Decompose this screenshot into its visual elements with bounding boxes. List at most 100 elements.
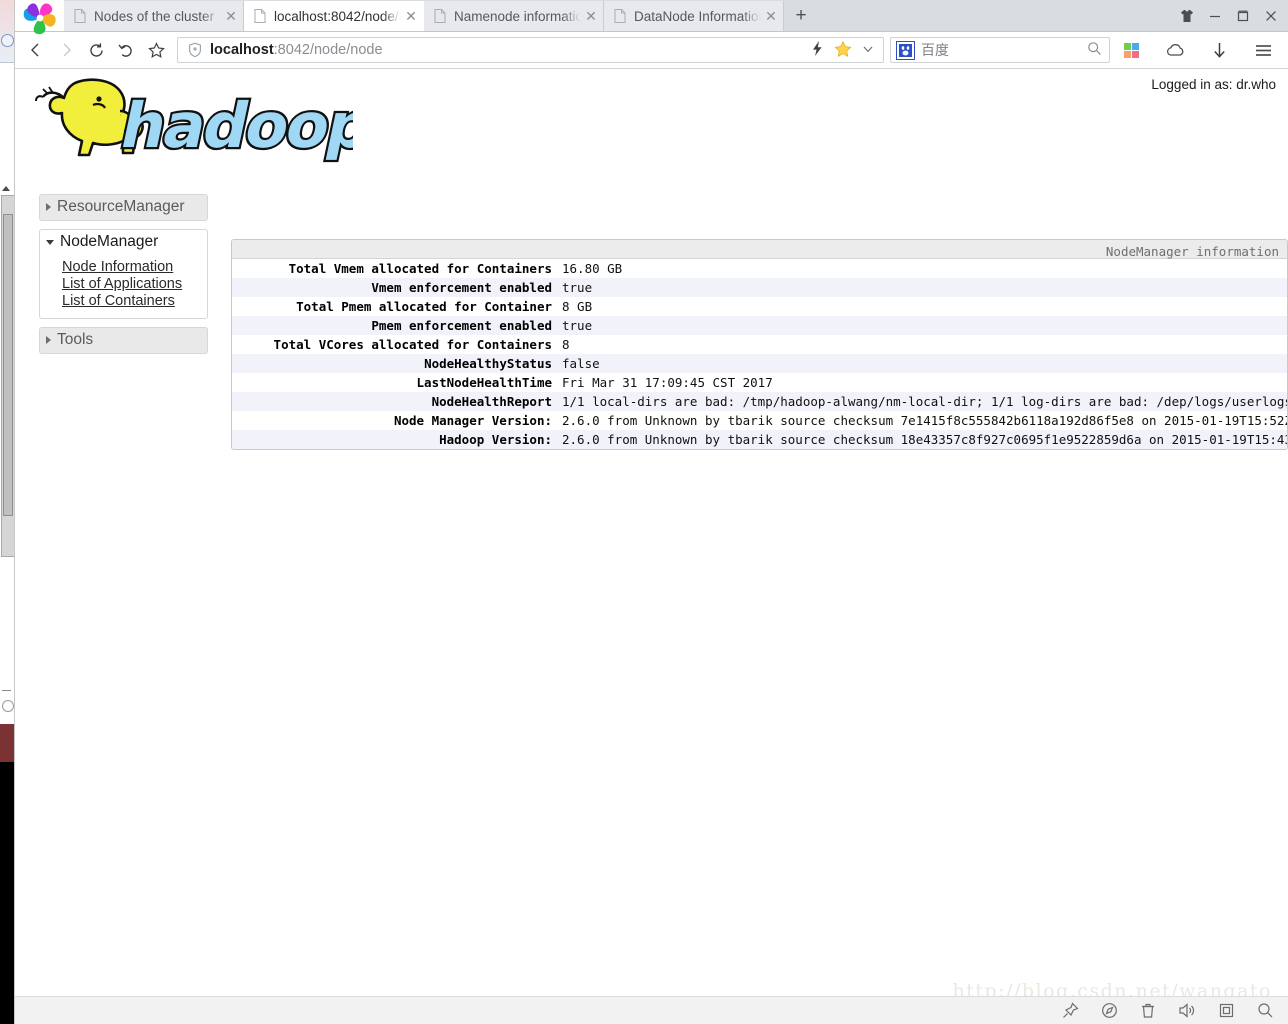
tab-localhost-node[interactable]: localhost:8042/node/node ✕ [244, 1, 424, 31]
url-path: :8042/node/node [273, 42, 383, 58]
row-label: Pmem enforcement enabled [371, 318, 552, 333]
sidebar-link-node-information[interactable]: Node Information [62, 259, 188, 276]
nodemanager-info-table: Total Vmem allocated for Containers 16.8… [232, 259, 1287, 449]
pinwheel-logo-icon [20, 0, 60, 38]
close-icon[interactable]: ✕ [761, 6, 781, 26]
row-label: Vmem enforcement enabled [371, 280, 552, 295]
apps-grid-icon[interactable] [1116, 35, 1146, 65]
table-body: Total Vmem allocated for Containers 16.8… [232, 259, 1287, 449]
tab-namenode-information[interactable]: Namenode information ✕ [424, 1, 604, 31]
page-file-icon [614, 9, 626, 23]
tab-title: Nodes of the cluster [94, 8, 215, 24]
url-text: localhost:8042/node/node [210, 42, 810, 58]
table-row: Hadoop Version: 2.6.0 from Unknown by tb… [232, 430, 1287, 449]
table-row: Total Vmem allocated for Containers 16.8… [232, 259, 1287, 278]
close-icon[interactable]: ✕ [581, 6, 601, 26]
sidebar-link-list-of-containers[interactable]: List of Containers [62, 293, 188, 310]
sidebar-item-resourcemanager[interactable]: ResourceManager [39, 194, 208, 221]
svg-text:hadoop: hadoop [115, 90, 353, 162]
back-button[interactable] [21, 35, 51, 65]
undo-button[interactable] [111, 35, 141, 65]
search-bar[interactable]: 百度 [890, 37, 1110, 63]
reload-button[interactable] [81, 35, 111, 65]
status-bar [15, 996, 1288, 1024]
table-row: Node Manager Version: 2.6.0 from Unknown… [232, 411, 1287, 430]
background-scroll-up-arrow [2, 186, 10, 191]
baidu-paw-icon [896, 40, 915, 60]
minimize-button[interactable] [1202, 3, 1228, 29]
address-bar-icons [810, 40, 883, 61]
window-icon[interactable] [1218, 1002, 1235, 1019]
sidebar-item-nodemanager[interactable]: NodeManager [39, 229, 208, 255]
table-row: LastNodeHealthTime Fri Mar 31 17:09:45 C… [232, 373, 1287, 392]
row-value: true [562, 318, 593, 333]
sidebar-subnav-nodemanager: Node Information List of Applications Li… [39, 255, 208, 319]
row-value: Fri Mar 31 17:09:45 CST 2017 [562, 375, 773, 390]
chevron-down-icon [46, 239, 54, 245]
tab-nodes-of-the-cluster[interactable]: Nodes of the cluster ✕ [64, 1, 244, 31]
row-label: Total VCores allocated for Containers [273, 337, 552, 352]
page-file-icon [74, 9, 86, 23]
pin-icon[interactable] [1062, 1002, 1079, 1019]
extension-icons [1116, 35, 1282, 65]
background-window-lower-band [0, 724, 14, 762]
shirt-icon[interactable] [1174, 3, 1200, 29]
forward-button[interactable] [51, 35, 81, 65]
row-label: NodeHealthReport [431, 394, 552, 409]
row-value: 1/1 local-dirs are bad: /tmp/hadoop-alwa… [562, 394, 1287, 409]
bookmark-star-button[interactable] [141, 35, 171, 65]
background-window-black-band [0, 762, 14, 1024]
sidebar-link-list-of-applications[interactable]: List of Applications [62, 276, 188, 293]
sidebar-item-label: Tools [57, 331, 94, 348]
browser-logo-button[interactable] [15, 0, 64, 34]
close-button[interactable] [1258, 3, 1284, 29]
row-value: 16.80 GB [562, 261, 623, 276]
row-value: true [562, 280, 593, 295]
tab-title: DataNode Information [634, 8, 761, 24]
row-label: NodeHealthyStatus [424, 356, 552, 371]
table-row: NodeHealthyStatus false [232, 354, 1287, 373]
row-label: LastNodeHealthTime [416, 375, 552, 390]
background-scrollbar-thumb [3, 214, 13, 516]
table-row: Total VCores allocated for Containers 8 [232, 335, 1287, 354]
magnifier-icon[interactable] [1257, 1002, 1274, 1019]
row-value: 8 GB [562, 299, 593, 314]
row-label: Node Manager Version: [393, 413, 552, 428]
new-tab-button[interactable]: + [784, 1, 818, 31]
hadoop-logo[interactable]: hadoop [23, 75, 380, 167]
sidebar-item-tools[interactable]: Tools [39, 327, 208, 354]
menu-icon[interactable] [1248, 35, 1278, 65]
page-file-icon [254, 9, 266, 23]
page-content: Logged in as: dr.who hadoop ResourceMana… [15, 69, 1288, 1024]
maximize-button[interactable] [1230, 3, 1256, 29]
tab-title: Namenode information [454, 8, 581, 24]
logged-in-label: Logged in as: dr.who [1151, 77, 1276, 92]
table-row: Vmem enforcement enabled true [232, 278, 1287, 297]
table-row: Total Pmem allocated for Container 8 GB [232, 297, 1287, 316]
star-icon[interactable] [834, 40, 852, 61]
row-value: 2.6.0 from Unknown by tbarik source chec… [562, 413, 1287, 428]
background-scrollbar [1, 195, 14, 557]
chevron-down-icon[interactable] [861, 42, 875, 59]
sidebar-item-label: NodeManager [60, 233, 159, 250]
background-window-sliver [0, 0, 15, 1024]
address-bar[interactable]: localhost:8042/node/node [177, 37, 884, 63]
sidebar-item-label: ResourceManager [57, 198, 185, 215]
download-icon[interactable] [1204, 35, 1234, 65]
speaker-icon[interactable] [1178, 1002, 1196, 1019]
tab-title: localhost:8042/node/node [274, 8, 401, 24]
close-icon[interactable]: ✕ [221, 6, 241, 26]
compass-icon[interactable] [1101, 1002, 1118, 1019]
content-wrapper: ResourceManager NodeManager Node Informa… [15, 194, 1288, 1024]
background-window-icon [1, 34, 14, 47]
row-value: false [562, 356, 600, 371]
search-icon[interactable] [1087, 41, 1109, 59]
lightning-icon[interactable] [810, 40, 825, 60]
row-label: Total Vmem allocated for Containers [288, 261, 552, 276]
tab-datanode-information[interactable]: DataNode Information ✕ [604, 1, 784, 31]
sidebar-nav: ResourceManager NodeManager Node Informa… [39, 194, 208, 354]
cloud-icon[interactable] [1160, 35, 1190, 65]
close-icon[interactable]: ✕ [401, 6, 421, 26]
trash-icon[interactable] [1140, 1002, 1156, 1019]
